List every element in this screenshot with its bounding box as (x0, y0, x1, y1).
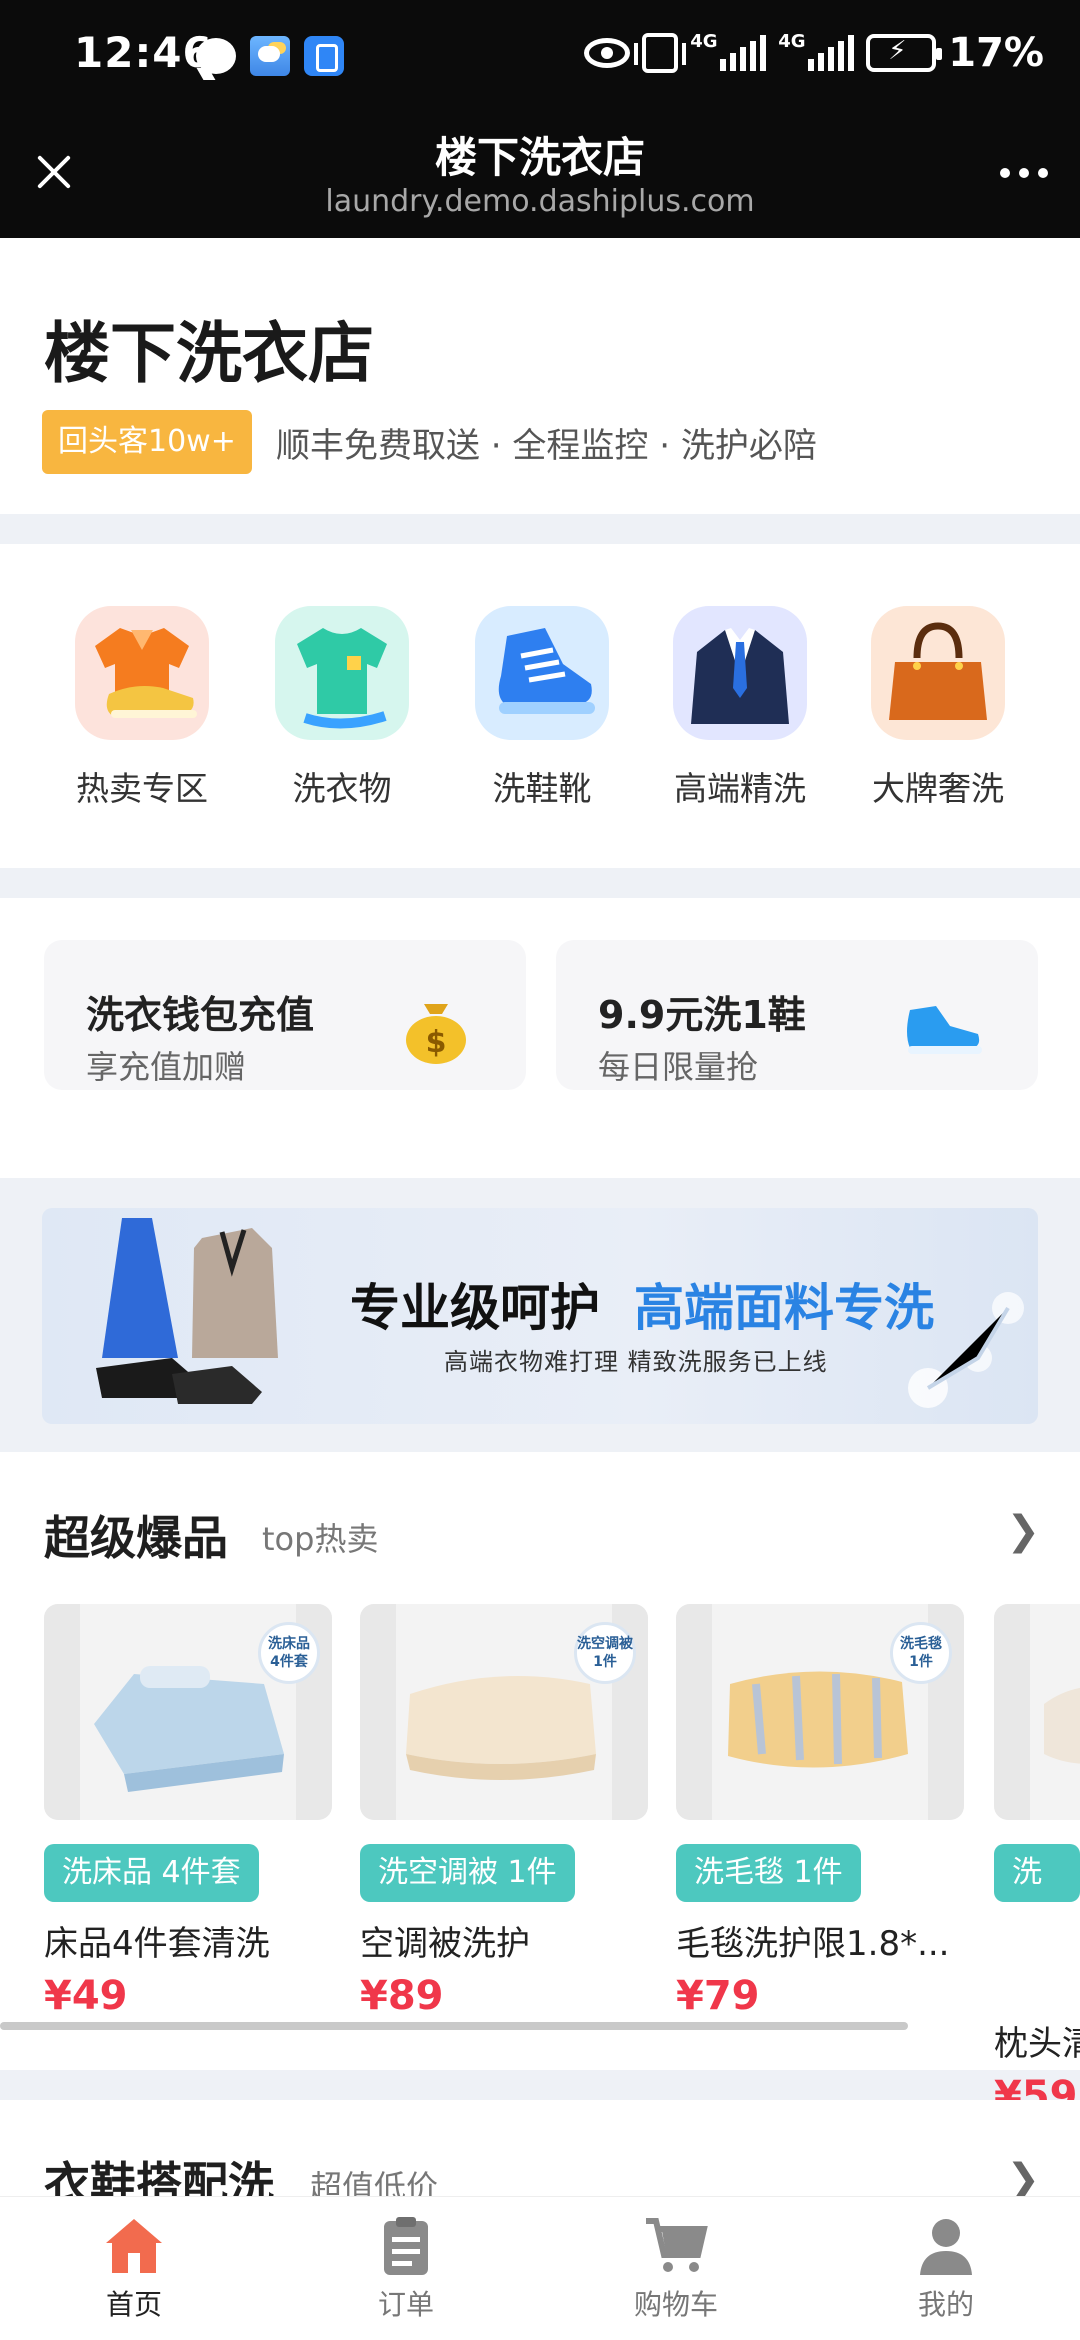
webview-header: 楼下洗衣店 laundry.demo.dashiplus.com (0, 120, 1080, 238)
product-image: 洗床品 4件套 (44, 1604, 332, 1820)
product-ribbon: 洗床品 4件套 (258, 1622, 320, 1684)
product-tag: 洗枕头 (994, 1844, 1080, 2006)
eye-icon (584, 38, 631, 68)
category-label: 洗衣物 (292, 769, 392, 808)
product-name: 空调被洗护 (360, 1924, 530, 1964)
product-image (994, 1604, 1080, 1820)
sneaker-icon (475, 606, 609, 740)
webview-title: 楼下洗衣店 (434, 133, 645, 182)
product-name: 枕头清洗 (994, 2024, 1080, 2064)
shirt-shoe-icon (75, 606, 209, 740)
promo-subtitle: 每日限量抢 (598, 1048, 759, 1086)
money-bag-icon: $ (398, 990, 474, 1070)
chat-bubble-icon (196, 38, 236, 74)
shoe-deal-card[interactable]: 9.9元洗1鞋 每日限量抢 (556, 940, 1038, 1090)
promo-section: 洗衣钱包充值 享充值加赠 $ 9.9元洗1鞋 每日限量抢 (0, 898, 1080, 1178)
product-price: ¥79 (676, 1973, 760, 2019)
top-bar: 12:46 4G 4G 17% 楼下洗衣店 laundry.demo.dashi… (0, 0, 1080, 238)
category-shoes[interactable]: 洗鞋靴 (462, 606, 622, 810)
category-hot-sale[interactable]: 热卖专区 (62, 606, 222, 810)
tab-label: 订单 (377, 2288, 434, 2321)
shop-name: 楼下洗衣店 (44, 315, 374, 392)
battery-level: 17% (948, 30, 1044, 76)
banner-section: 专业级呵护 高端面料专洗 高端衣物难打理 精致洗服务已上线 (0, 1178, 1080, 1452)
banner-title: 专业级呵护 (350, 1279, 600, 1337)
hot-products-section: 超级爆品 top热卖 ❯ 洗床品4件套 洗床品 4件套 床品4件套清洗 ¥49 (0, 1452, 1080, 2119)
vibrate-icon (634, 33, 687, 73)
horizontal-scrollbar[interactable] (0, 2022, 908, 2030)
tab-label: 首页 (105, 2288, 162, 2321)
tab-profile[interactable]: 我的 (866, 2213, 1026, 2323)
category-label: 大牌奢洗 (872, 769, 1004, 808)
section-title: 超级爆品 (44, 1511, 228, 1565)
bottom-tab-bar: 首页 订单 购物车 我的 (0, 2196, 1080, 2340)
clothing-illustration (96, 1218, 278, 1404)
tshirt-icon (275, 606, 409, 740)
product-card[interactable]: 洗毛毯 1件 洗毛毯 1件 毛毯洗护限1.8*... ¥79 (676, 1604, 964, 2019)
product-card[interactable]: 洗空调被 1件 洗空调被 1件 空调被洗护 ¥89 (360, 1604, 648, 2019)
product-tag: 洗床品 4件套 (44, 1844, 259, 1902)
promo-subtitle: 享充值加赠 (86, 1048, 247, 1086)
shoe-icon (902, 990, 986, 1064)
app-notification-icon (304, 36, 344, 76)
chevron-right-icon[interactable]: ❯ (1006, 1508, 1040, 1554)
tab-label: 购物车 (633, 2288, 718, 2321)
section-subtitle: top热卖 (262, 1520, 379, 1558)
shop-header: 楼下洗衣店 回头客10w+ 顺丰免费取送 · 全程监控 · 洗护必陪 (0, 238, 1080, 514)
weather-icon (250, 36, 290, 76)
category-clothes[interactable]: 洗衣物 (262, 606, 422, 810)
shop-tagline: 顺丰免费取送 · 全程监控 · 洗护必陪 (276, 426, 817, 466)
promo-title: 洗衣钱包充值 (86, 993, 315, 1037)
user-icon (914, 2213, 978, 2277)
product-image: 洗空调被 1件 (360, 1604, 648, 1820)
wallet-topup-card[interactable]: 洗衣钱包充值 享充值加赠 $ (44, 940, 526, 1090)
banner-highlight: 高端面料专洗 (634, 1279, 934, 1337)
product-tag: 洗毛毯 1件 (676, 1844, 861, 1902)
premium-fabric-banner[interactable]: 专业级呵护 高端面料专洗 高端衣物难打理 精致洗服务已上线 (42, 1208, 1038, 1424)
product-ribbon: 洗毛毯 1件 (890, 1622, 952, 1684)
product-tag: 洗空调被 1件 (360, 1844, 575, 1902)
tab-cart[interactable]: 购物车 (596, 2213, 756, 2323)
category-label: 高端精洗 (674, 769, 806, 808)
product-image: 洗毛毯 1件 (676, 1604, 964, 1820)
tab-orders[interactable]: 订单 (326, 2213, 486, 2323)
svg-text:$: $ (426, 1025, 447, 1060)
status-bar: 12:46 4G 4G 17% (0, 0, 1080, 120)
signal-icon-1: 4G (690, 33, 767, 71)
product-price: ¥49 (44, 1973, 128, 2019)
tab-home[interactable]: 首页 (54, 2213, 214, 2323)
product-ribbon: 洗空调被 1件 (574, 1622, 636, 1684)
cart-icon (644, 2213, 708, 2277)
product-price: ¥89 (360, 1973, 444, 2019)
category-grid: 热卖专区 洗衣物 洗鞋靴 高端精洗 大牌奢洗 (0, 544, 1080, 868)
product-name: 床品4件套清洗 (44, 1924, 270, 1964)
home-icon (102, 2213, 166, 2277)
returning-customers-badge: 回头客10w+ (42, 410, 252, 474)
banner-subtitle: 高端衣物难打理 精致洗服务已上线 (444, 1348, 828, 1376)
product-name: 毛毯洗护限1.8*... (676, 1924, 950, 1964)
system-icons: 4G 4G 17% (584, 30, 1044, 76)
product-card[interactable]: 洗枕头 枕头清洗 ¥59 (994, 1604, 1080, 2119)
category-label: 洗鞋靴 (492, 769, 592, 808)
category-luxury[interactable]: 大牌奢洗 (858, 606, 1018, 810)
bubbles-decoration (908, 1292, 1024, 1408)
product-card[interactable]: 洗床品 4件套 洗床品 4件套 床品4件套清洗 ¥49 (44, 1604, 332, 2019)
battery-icon (866, 34, 943, 72)
promo-title: 9.9元洗1鞋 (598, 993, 806, 1037)
clipboard-icon (374, 2213, 438, 2277)
tab-label: 我的 (917, 2288, 974, 2321)
suit-icon (673, 606, 807, 740)
category-premium[interactable]: 高端精洗 (660, 606, 820, 810)
webview-url: laundry.demo.dashiplus.com (325, 184, 755, 219)
more-options-icon[interactable] (1000, 168, 1048, 178)
notification-icons (196, 36, 344, 76)
signal-icon-2: 4G (778, 33, 855, 71)
handbag-icon (871, 606, 1005, 740)
status-time: 12:46 (74, 28, 213, 77)
category-label: 热卖专区 (76, 769, 208, 808)
